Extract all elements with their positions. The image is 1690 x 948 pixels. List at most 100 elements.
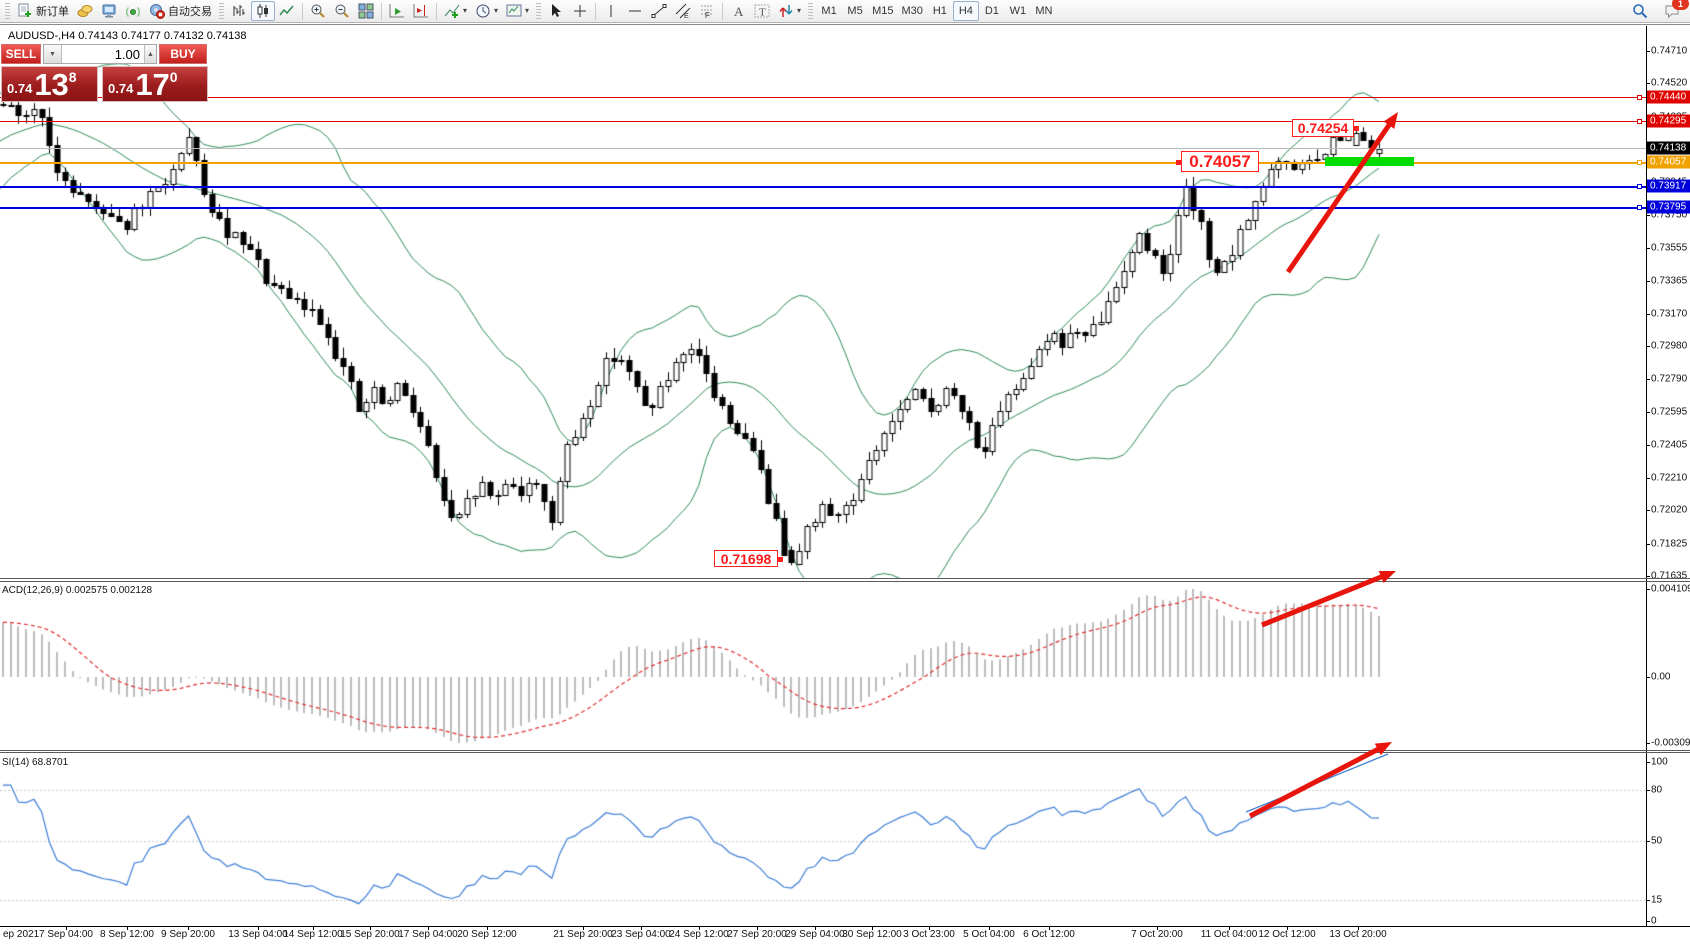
panel-separator[interactable] xyxy=(0,750,1690,751)
line-chart-icon xyxy=(279,3,295,19)
cursor-icon xyxy=(548,3,564,19)
line-anchor-handle[interactable] xyxy=(1637,160,1642,165)
time-axis-label: 14 Sep 12:00 xyxy=(283,929,343,940)
price-annotation[interactable]: 0.74057 xyxy=(1181,151,1259,172)
resistance-line-0.74440[interactable] xyxy=(0,97,1646,98)
signals-button[interactable] xyxy=(121,1,145,21)
timeframe-M30[interactable]: M30 xyxy=(897,1,926,21)
rsi-axis-tick: 100 xyxy=(1651,757,1668,768)
tile-windows-button[interactable] xyxy=(354,1,378,21)
crosshair-button[interactable] xyxy=(568,1,592,21)
timeframe-MN[interactable]: MN xyxy=(1031,1,1057,21)
indicators-button[interactable]: ▾ xyxy=(440,1,471,21)
rsi-indicator-label: SI(14) 68.8701 xyxy=(2,757,68,768)
macd-panel-canvas[interactable] xyxy=(0,582,1646,749)
bar-chart-icon xyxy=(231,3,247,19)
vertical-line-icon xyxy=(603,3,619,19)
line-chart-mode-button[interactable] xyxy=(275,1,299,21)
auto-scroll-button[interactable] xyxy=(385,1,409,21)
main-chart-canvas[interactable] xyxy=(0,26,1646,578)
time-axis-label: 9 Sep 20:00 xyxy=(161,929,215,940)
timeframe-W1[interactable]: W1 xyxy=(1005,1,1031,21)
templates-button[interactable]: ▾ xyxy=(502,1,533,21)
equidistant-channel-icon: E xyxy=(675,3,691,19)
sell-price-display[interactable]: 0.74138 xyxy=(1,66,98,102)
candlestick-mode-button[interactable] xyxy=(251,1,275,21)
timeframe-M1[interactable]: M1 xyxy=(816,1,842,21)
virtual-hosting-button[interactable] xyxy=(97,1,121,21)
annotation-anchor-handle[interactable] xyxy=(1176,160,1181,165)
timeframe-D1[interactable]: D1 xyxy=(979,1,1005,21)
line-anchor-handle[interactable] xyxy=(1637,119,1642,124)
timeframe-bar: M1M5M15M30H1H4D1W1MN xyxy=(816,1,1057,21)
price-annotation[interactable]: 0.71698 xyxy=(714,550,778,567)
green-support-zone[interactable] xyxy=(1325,157,1414,166)
rsi-axis-tick: 15 xyxy=(1651,895,1662,906)
notification-badge: 1 xyxy=(1672,0,1689,10)
support-line-0.73917[interactable] xyxy=(0,186,1646,188)
fibonacci-tool-button[interactable]: F xyxy=(695,1,719,21)
volume-input[interactable]: 1.00 xyxy=(62,45,144,63)
annotation-anchor-handle[interactable] xyxy=(778,557,783,562)
timeframe-M15[interactable]: M15 xyxy=(868,1,897,21)
sell-button[interactable]: SELL xyxy=(1,44,41,64)
rsi-axis-tick: 80 xyxy=(1651,785,1662,796)
svg-text:E: E xyxy=(684,13,689,19)
hosting-monitor-icon xyxy=(101,3,117,19)
volume-increase-button[interactable]: ▲ xyxy=(144,45,156,63)
trendline-tool-button[interactable] xyxy=(647,1,671,21)
rsi-axis-tick: 0 xyxy=(1651,916,1657,927)
support-line-0.73795[interactable] xyxy=(0,207,1646,209)
toolbar: 新订单 自动交易 xyxy=(0,0,1690,23)
time-axis-label: 20 Sep 12:00 xyxy=(457,929,517,940)
timeframe-M5[interactable]: M5 xyxy=(842,1,868,21)
price-axis-tick: 0.72595 xyxy=(1651,407,1687,418)
price-annotation[interactable]: 0.74254 xyxy=(1292,119,1354,137)
chart-shift-button[interactable] xyxy=(409,1,433,21)
volume-decrease-button[interactable]: ▼ xyxy=(44,45,62,63)
resistance-line-0.74295[interactable] xyxy=(0,121,1646,122)
time-axis-label: 12 Oct 12:00 xyxy=(1258,929,1315,940)
panel-separator[interactable] xyxy=(0,581,1690,582)
text-label-tool-button[interactable]: T xyxy=(750,1,774,21)
auto-trading-button[interactable]: 自动交易 xyxy=(145,1,216,21)
price-line-label: 0.74057 xyxy=(1647,156,1690,169)
bar-chart-mode-button[interactable] xyxy=(227,1,251,21)
search-button[interactable] xyxy=(1628,1,1652,21)
arrows-tool-button[interactable]: ▾ xyxy=(774,1,805,21)
panel-separator[interactable] xyxy=(0,578,1690,579)
line-anchor-handle[interactable] xyxy=(1637,184,1642,189)
time-axis-label: 21 Sep 20:00 xyxy=(553,929,613,940)
line-anchor-handle[interactable] xyxy=(1637,205,1642,210)
macd-axis-tick: 0.00 xyxy=(1651,672,1670,683)
buy-button[interactable]: BUY xyxy=(159,44,207,64)
time-axis-label: 27 Sep 20:00 xyxy=(727,929,787,940)
mt4-terminal: 新订单 自动交易 xyxy=(0,0,1690,948)
channel-tool-button[interactable]: E xyxy=(671,1,695,21)
time-axis-label: 11 Oct 04:00 xyxy=(1201,929,1258,940)
price-line-label: 0.73795 xyxy=(1647,201,1690,214)
zoom-out-button[interactable] xyxy=(330,1,354,21)
zoom-in-button[interactable] xyxy=(306,1,330,21)
periods-button[interactable]: ▾ xyxy=(471,1,502,21)
buy-price-display[interactable]: 0.74170 xyxy=(102,66,208,102)
svg-text:T: T xyxy=(759,7,766,19)
text-tool-button[interactable]: A xyxy=(726,1,750,21)
vertical-line-tool-button[interactable] xyxy=(599,1,623,21)
line-anchor-handle[interactable] xyxy=(1637,95,1642,100)
svg-text:F: F xyxy=(705,11,710,19)
horizontal-line-tool-button[interactable] xyxy=(623,1,647,21)
new-order-button[interactable]: 新订单 xyxy=(13,1,73,21)
price-axis-tick: 0.73555 xyxy=(1651,243,1687,254)
price-axis-tick: 0.71635 xyxy=(1651,571,1687,582)
price-axis-tick: 0.72020 xyxy=(1651,505,1687,516)
annotation-anchor-handle[interactable] xyxy=(1354,126,1359,131)
timeframe-H1[interactable]: H1 xyxy=(927,1,953,21)
panel-separator[interactable] xyxy=(0,752,1690,753)
time-axis-line xyxy=(0,926,1690,927)
market-button[interactable] xyxy=(73,1,97,21)
cursor-button[interactable] xyxy=(544,1,568,21)
clock-icon xyxy=(475,3,491,19)
rsi-panel-canvas[interactable] xyxy=(0,754,1646,926)
timeframe-H4[interactable]: H4 xyxy=(953,1,979,21)
